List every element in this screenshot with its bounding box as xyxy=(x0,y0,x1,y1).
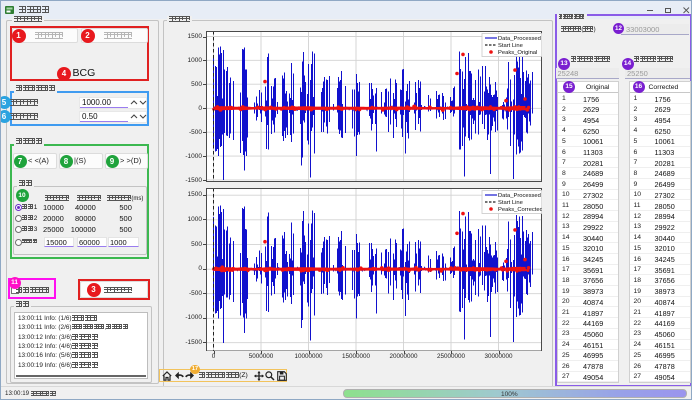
svg-text:Peaks_Original: Peaks_Original xyxy=(498,50,537,56)
svg-text:Data_Processed: Data_Processed xyxy=(498,36,541,42)
svg-text:Peaks_Corrected: Peaks_Corrected xyxy=(498,207,542,213)
svg-text:Start Line: Start Line xyxy=(498,200,523,206)
svg-text:Data_Processed: Data_Processed xyxy=(498,193,541,199)
svg-text:Start Line: Start Line xyxy=(498,43,523,49)
